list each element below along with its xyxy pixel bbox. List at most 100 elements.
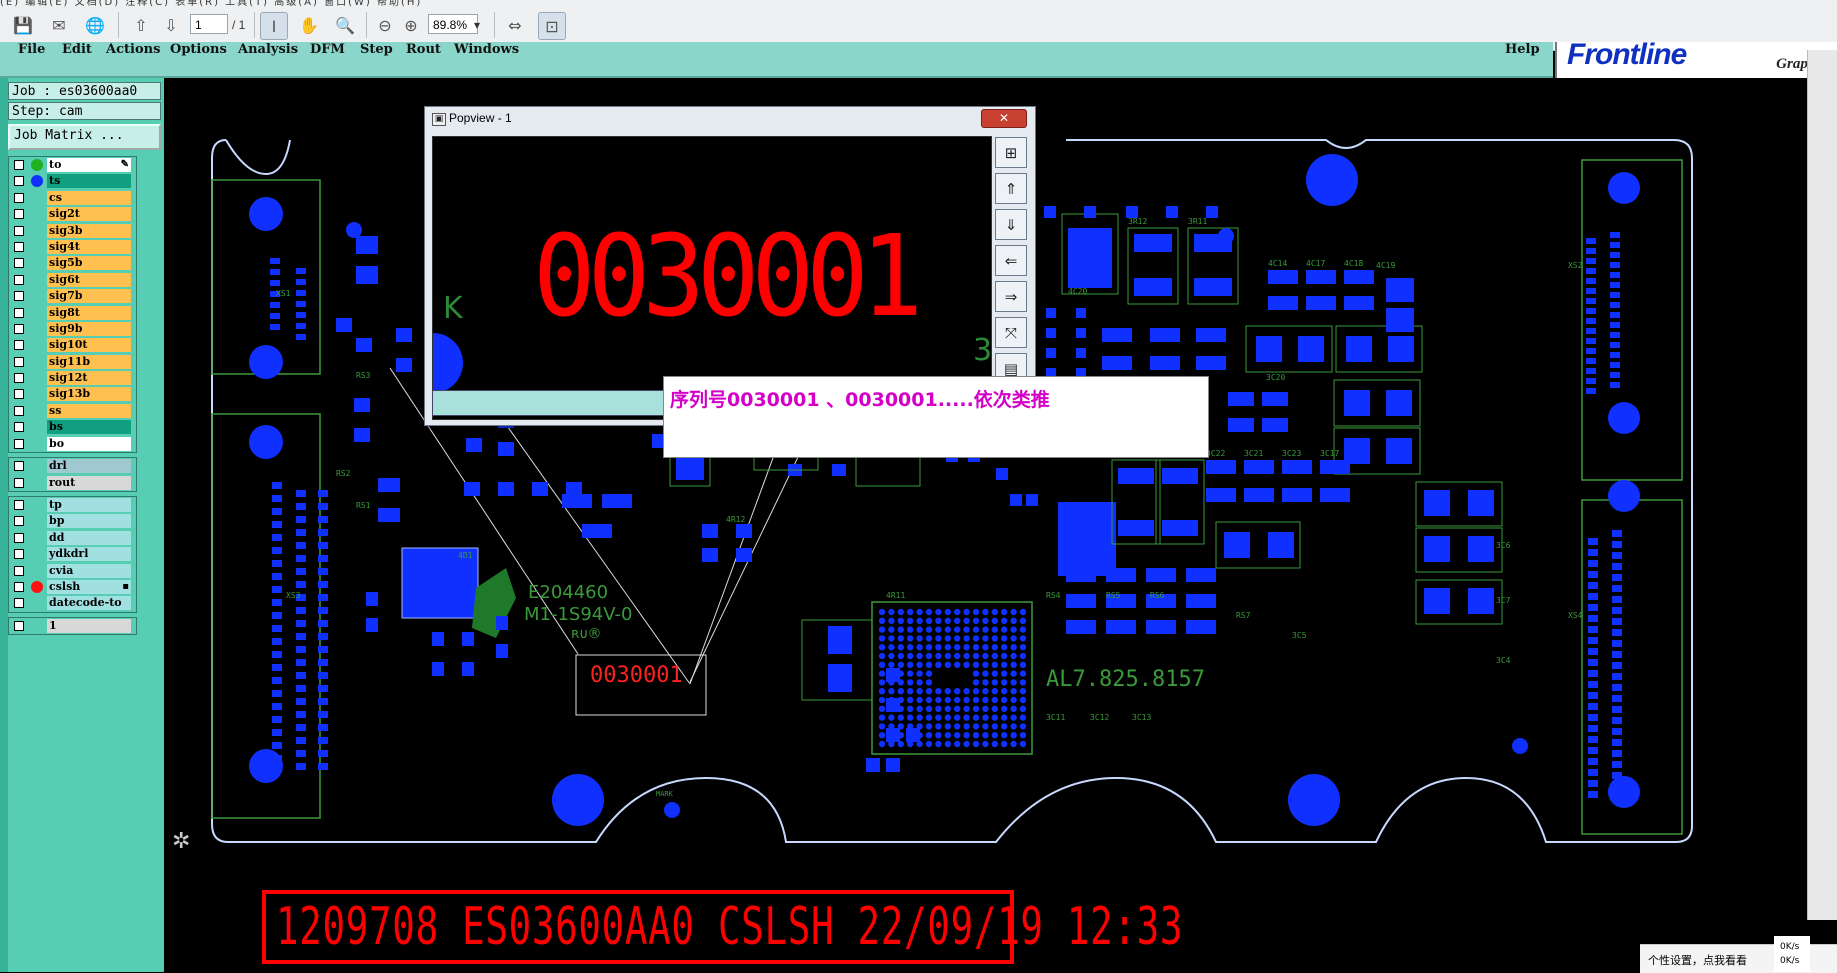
- menu-windows[interactable]: Windows: [454, 42, 519, 58]
- menu-file[interactable]: File: [18, 42, 45, 58]
- layer-name[interactable]: bo: [47, 436, 131, 451]
- layer-name[interactable]: sig13b: [47, 387, 131, 402]
- layer-name[interactable]: cs: [47, 190, 131, 205]
- layer-name[interactable]: ydkdrl: [47, 547, 131, 562]
- layer-name[interactable]: sig9b: [47, 321, 131, 336]
- layer-name[interactable]: 1: [47, 618, 131, 633]
- layer-checkbox[interactable]: [14, 356, 24, 367]
- layer-checkbox[interactable]: [14, 477, 24, 488]
- layer-checkbox[interactable]: [14, 160, 24, 170]
- layer-checkbox[interactable]: [14, 176, 24, 187]
- previous-page-icon[interactable]: ⇧: [128, 12, 154, 38]
- zoom-tool-icon[interactable]: 🔍: [332, 12, 358, 38]
- layer-checkbox[interactable]: [14, 516, 24, 527]
- layer-row-sig9b[interactable]: sig9b: [9, 321, 136, 337]
- layer-name[interactable]: sig3b: [47, 223, 131, 238]
- layer-name[interactable]: sig5b: [47, 256, 131, 271]
- layer-checkbox[interactable]: [14, 373, 24, 384]
- layer-name[interactable]: drl: [47, 459, 131, 474]
- layer-checkbox[interactable]: [14, 209, 24, 220]
- page-number-input[interactable]: 1: [190, 14, 228, 34]
- layer-checkbox[interactable]: [14, 225, 24, 236]
- close-button[interactable]: ✕: [981, 109, 1027, 128]
- layer-name[interactable]: sig6t: [47, 272, 131, 287]
- layer-checkbox[interactable]: [14, 620, 24, 631]
- layer-row-cslsh[interactable]: cslsh ▪: [9, 579, 136, 595]
- layer-name[interactable]: bs: [47, 420, 131, 435]
- layer-checkbox[interactable]: [14, 340, 24, 351]
- layer-checkbox[interactable]: [14, 258, 24, 269]
- layer-checkbox[interactable]: [14, 389, 24, 400]
- menu-analysis[interactable]: Analysis: [238, 42, 298, 58]
- layer-row-drl[interactable]: drl: [9, 458, 136, 474]
- network-speed-widget[interactable]: 0K/s 0K/s: [1774, 936, 1810, 972]
- menu-rout[interactable]: Rout: [406, 42, 441, 58]
- layer-row-datecode-to[interactable]: datecode-to: [9, 595, 136, 611]
- menu-actions[interactable]: Actions: [106, 42, 160, 58]
- layer-checkbox[interactable]: [14, 241, 24, 252]
- layer-row-sig2t[interactable]: sig2t: [9, 206, 136, 222]
- menu-step[interactable]: Step: [360, 42, 393, 58]
- layer-row-sig5b[interactable]: sig5b: [9, 255, 136, 271]
- layer-name[interactable]: cvia: [47, 563, 131, 578]
- menu-dfm[interactable]: DFM: [310, 42, 345, 58]
- layer-name[interactable]: sig12t: [47, 371, 131, 386]
- layer-row-bs[interactable]: bs: [9, 419, 136, 435]
- layer-row-sig3b[interactable]: sig3b: [9, 223, 136, 239]
- fit-page-icon[interactable]: ⊡: [538, 12, 566, 40]
- layer-checkbox[interactable]: [14, 438, 24, 449]
- fit-width-icon[interactable]: ⇔: [502, 12, 528, 38]
- popview-scrollbar[interactable]: [432, 390, 678, 416]
- layer-checkbox[interactable]: [14, 323, 24, 334]
- layer-checkbox[interactable]: [14, 307, 24, 318]
- layer-row-dd[interactable]: dd: [9, 530, 136, 546]
- layer-row-bo[interactable]: bo: [9, 436, 136, 452]
- viewer-menu-bar[interactable]: (E) 编辑(E) 文档(D) 注释(C) 表单(R) 工具(T) 高级(A) …: [0, 0, 1837, 8]
- layer-checkbox[interactable]: [14, 461, 24, 472]
- layer-checkbox[interactable]: [14, 291, 24, 302]
- layer-row-cvia[interactable]: cvia: [9, 563, 136, 579]
- layer-row-sig10t[interactable]: sig10t: [9, 337, 136, 353]
- menu-edit[interactable]: Edit: [62, 42, 92, 58]
- menu-help[interactable]: Help: [1505, 42, 1540, 58]
- layer-checkbox[interactable]: [14, 274, 24, 285]
- layer-checkbox[interactable]: [14, 192, 24, 203]
- tray-tip-text[interactable]: 个性设置，点我看看: [1648, 952, 1747, 968]
- layer-name[interactable]: sig2t: [47, 207, 131, 222]
- layer-name[interactable]: datecode-to: [47, 596, 131, 611]
- layer-name[interactable]: sig10t: [47, 338, 131, 353]
- hand-tool-icon[interactable]: ✋: [296, 12, 322, 38]
- layer-row-ts[interactable]: ts: [9, 173, 136, 189]
- layer-row-sig6t[interactable]: sig6t: [9, 272, 136, 288]
- layer-row-rout[interactable]: rout: [9, 475, 136, 491]
- layer-checkbox[interactable]: [14, 405, 24, 416]
- layer-checkbox[interactable]: [14, 581, 24, 592]
- layer-row-tp[interactable]: tp: [9, 497, 136, 513]
- web-icon[interactable]: 🌐: [82, 12, 108, 38]
- layer-row-sig8t[interactable]: sig8t: [9, 305, 136, 321]
- layer-row-sig11b[interactable]: sig11b: [9, 354, 136, 370]
- layer-name[interactable]: sig11b: [47, 354, 131, 369]
- layer-checkbox[interactable]: [14, 532, 24, 543]
- layer-row-ss[interactable]: ss: [9, 403, 136, 419]
- layer-name[interactable]: to ✎: [47, 158, 131, 172]
- layer-row-sig13b[interactable]: sig13b: [9, 386, 136, 402]
- layer-checkbox[interactable]: [14, 422, 24, 433]
- layer-checkbox[interactable]: [14, 500, 24, 510]
- zoom-fit-icon[interactable]: ⊞: [995, 137, 1027, 168]
- layer-name[interactable]: bp: [47, 514, 131, 529]
- zoom-in-icon[interactable]: ⊕: [398, 12, 424, 38]
- layer-row-to[interactable]: to ✎: [9, 157, 136, 173]
- zoom-out-icon[interactable]: ⊖: [372, 12, 398, 38]
- layer-row-1[interactable]: 1: [9, 618, 136, 634]
- next-page-icon[interactable]: ⇩: [158, 12, 184, 38]
- fit-all-icon[interactable]: ⤧: [995, 317, 1027, 348]
- layer-name[interactable]: sig8t: [47, 305, 131, 320]
- layer-row-ydkdrl[interactable]: ydkdrl: [9, 546, 136, 562]
- layer-name[interactable]: ss: [47, 403, 131, 418]
- layer-name[interactable]: tp: [47, 498, 131, 512]
- save-icon[interactable]: 💾: [10, 12, 36, 38]
- layer-checkbox[interactable]: [14, 598, 24, 609]
- layer-name[interactable]: ts: [47, 174, 131, 189]
- layer-name[interactable]: rout: [47, 475, 131, 490]
